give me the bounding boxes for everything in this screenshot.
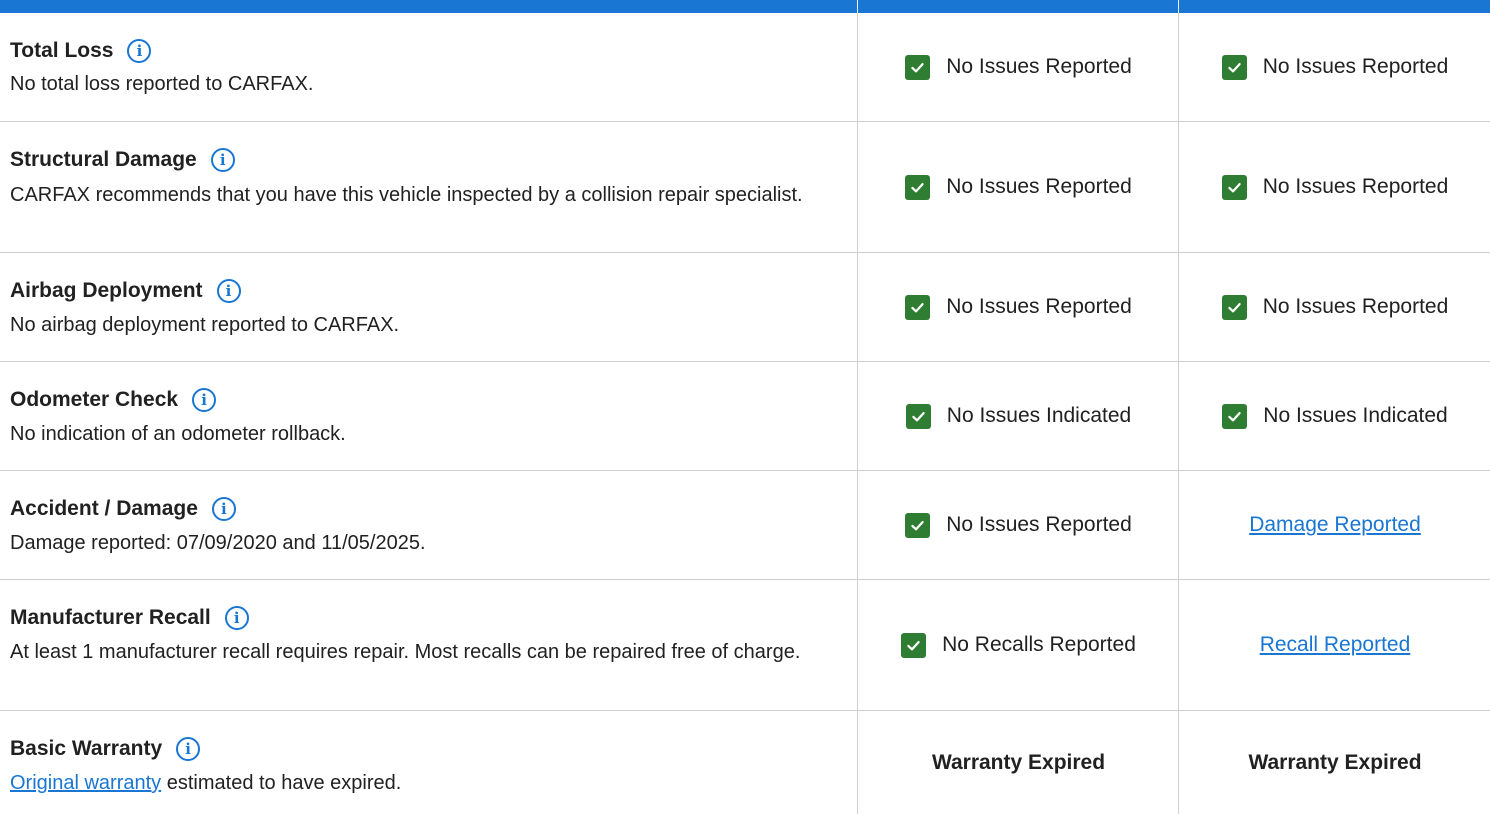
status-text: No Issues Reported [1262,175,1449,198]
row-title: Total Loss [10,39,114,62]
status-text: No Issues Reported [946,295,1132,318]
row-description: No airbag deployment reported to CARFAX. [10,314,400,336]
table-row-airbag-deployment: Airbag Deployment i No airbag deployment… [0,253,1490,362]
row-label-cell: Total Loss i No total loss reported to C… [0,13,857,121]
row-label-cell: Basic Warranty i Original warranty estim… [0,711,857,814]
status-text: No Issues Reported [1262,55,1449,78]
check-icon [1221,54,1247,80]
row-title: Basic Warranty [10,737,163,760]
row-title: Structural Damage [10,148,197,171]
row-description: Damage reported: 07/09/2020 and 11/05/20… [10,532,426,554]
status-text: No Issues Indicated [1263,404,1448,427]
original-warranty-link[interactable]: Original warranty [10,772,161,794]
status-cell: No Issues Reported [857,13,1179,121]
status-text: No Issues Reported [946,513,1132,536]
row-label-cell: Odometer Check i No indication of an odo… [0,362,857,470]
check-icon [905,403,931,429]
info-icon[interactable]: i [216,279,241,303]
status-cell: No Issues Reported [1178,13,1490,121]
row-description: Original warranty estimated to have expi… [10,772,830,795]
table-row-accident-damage: Accident / Damage i Damage reported: 07/… [0,471,1490,580]
status-text: No Issues Reported [946,55,1132,78]
info-icon[interactable]: i [176,737,201,761]
row-description: No indication of an odometer rollback. [10,423,346,445]
status-text: No Issues Reported [1262,295,1449,318]
row-label-cell: Manufacturer Recall i At least 1 manufac… [0,580,857,710]
warranty-status: Warranty Expired [1248,750,1422,774]
table-row-structural-damage: Structural Damage i CARFAX recommends th… [0,122,1490,253]
status-cell: No Issues Reported [857,471,1179,579]
check-icon [905,174,931,200]
table-row-manufacturer-recall: Manufacturer Recall i At least 1 manufac… [0,580,1490,711]
row-title: Manufacturer Recall [10,606,211,629]
status-cell: No Issues Reported [1178,122,1490,252]
info-icon[interactable]: i [211,497,236,521]
info-icon[interactable]: i [224,606,249,630]
status-cell: No Recalls Reported [857,580,1179,710]
info-icon[interactable]: i [210,148,235,172]
status-text: No Issues Reported [946,175,1132,198]
status-text: No Issues Indicated [946,404,1132,427]
status-cell: Damage Reported [1178,471,1490,579]
damage-reported-link[interactable]: Damage Reported [1249,513,1421,537]
check-icon [905,54,931,80]
row-title: Odometer Check [10,388,179,411]
row-title: Airbag Deployment [10,279,203,302]
table-row-total-loss: Total Loss i No total loss reported to C… [0,13,1490,122]
row-description-text: estimated to have expired. [166,772,402,794]
status-cell: No Issues Indicated [857,362,1179,470]
check-icon [901,632,927,658]
row-title: Accident / Damage [10,497,198,520]
row-label-cell: Structural Damage i CARFAX recommends th… [0,122,857,252]
recall-reported-link[interactable]: Recall Reported [1260,633,1411,657]
status-cell: No Issues Indicated [1178,362,1490,470]
info-icon[interactable]: i [127,39,152,63]
row-description: CARFAX recommends that you have this veh… [10,184,803,206]
row-label-cell: Accident / Damage i Damage reported: 07/… [0,471,857,579]
check-icon [905,512,931,538]
row-description: No total loss reported to CARFAX. [10,73,314,95]
table-header-bar [0,0,1490,13]
check-icon [1221,174,1247,200]
check-icon [1222,403,1248,429]
status-cell: No Issues Reported [857,122,1179,252]
check-icon [905,294,931,320]
status-cell: No Issues Reported [1178,253,1490,361]
header-divider [1178,0,1179,13]
info-icon[interactable]: i [192,388,217,412]
warranty-status: Warranty Expired [931,750,1106,774]
status-cell: Warranty Expired [1178,711,1490,814]
status-cell: Warranty Expired [857,711,1179,814]
check-icon [1221,294,1247,320]
table-row-basic-warranty: Basic Warranty i Original warranty estim… [0,711,1490,814]
status-text: No Recalls Reported [942,633,1136,656]
status-cell: Recall Reported [1178,580,1490,710]
row-label-cell: Airbag Deployment i No airbag deployment… [0,253,857,361]
status-cell: No Issues Reported [857,253,1179,361]
header-divider [857,0,858,13]
table-row-odometer-check: Odometer Check i No indication of an odo… [0,362,1490,471]
row-description: At least 1 manufacturer recall requires … [10,641,801,663]
